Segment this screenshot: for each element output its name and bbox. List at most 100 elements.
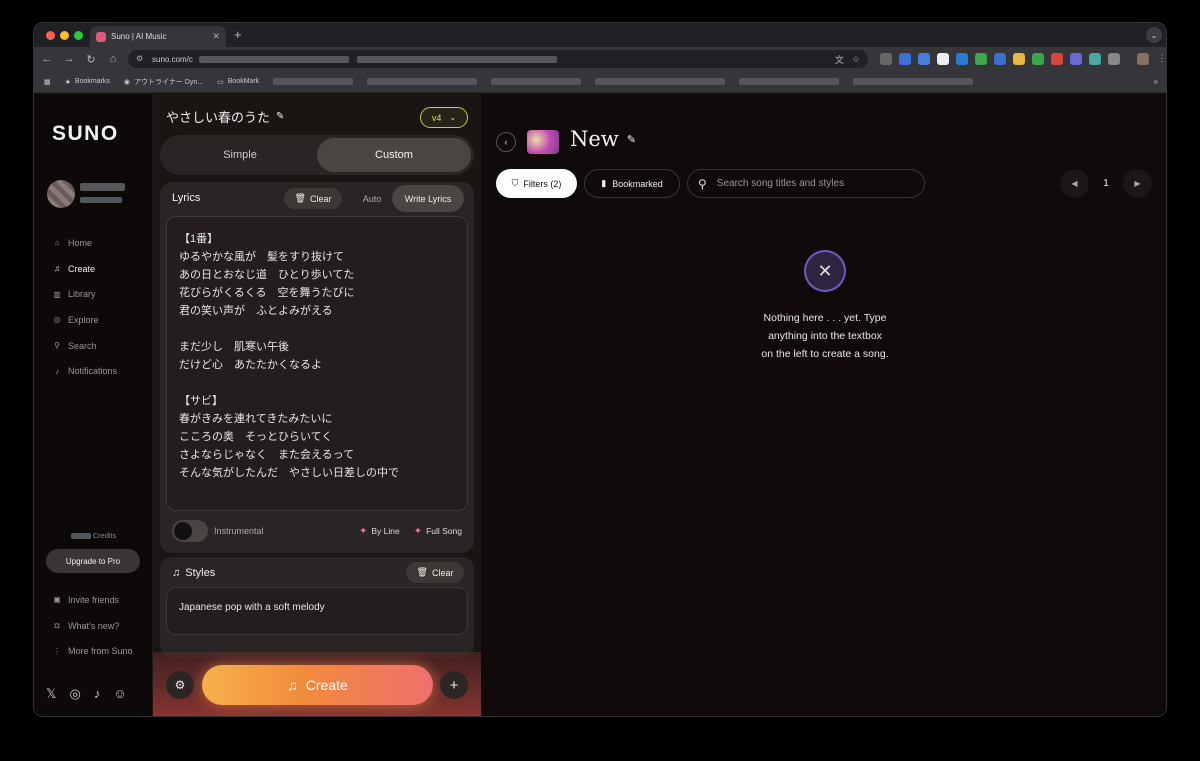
sidebar-item-explore[interactable]: ◎ Explore (52, 307, 117, 333)
mail-extension-icon[interactable] (880, 53, 892, 65)
bookmarked-label: Bookmarked (612, 178, 663, 189)
gift-icon: ▣ (53, 595, 61, 605)
empty-state-message: Nothing here . . . yet. Type anything in… (725, 309, 925, 363)
avatar[interactable] (47, 180, 75, 208)
song-search-input[interactable]: ⚲ Search song titles and styles (687, 169, 925, 198)
profile-avatar-icon[interactable] (1137, 53, 1149, 65)
clear-label: Clear (309, 193, 332, 204)
site-info-icon[interactable]: ⚙ (136, 54, 146, 64)
extension-icon[interactable] (1089, 53, 1101, 65)
extension-icon[interactable] (1013, 53, 1025, 65)
chevron-down-icon: ⌄ (449, 113, 457, 122)
upgrade-button[interactable]: Upgrade to Pro (46, 549, 140, 573)
apps-grid-icon[interactable]: ▦ (44, 78, 51, 86)
sidebar-item-label: Explore (68, 314, 99, 325)
credits-indicator[interactable]: Credits (34, 531, 153, 540)
bookmark-icon: ▮ (601, 178, 607, 188)
clear-lyrics-button[interactable]: 🗑 Clear (284, 188, 342, 209)
extension-icon[interactable] (1070, 53, 1082, 65)
bookmarked-button[interactable]: ▮ Bookmarked (584, 169, 680, 198)
auto-lyrics-button[interactable]: Auto (356, 188, 388, 209)
suno-logo[interactable]: SUNO (52, 122, 119, 146)
tab-search-icon[interactable]: ⌄ (1146, 27, 1162, 43)
notion-extension-icon[interactable] (918, 53, 930, 65)
drive-extension-icon[interactable] (975, 53, 987, 65)
x-icon[interactable]: 𝕏 (46, 686, 56, 702)
sidebar-item-library[interactable]: ▥ Library (52, 281, 117, 307)
sidebar-item-whats-new[interactable]: ◘ What's new? (52, 613, 133, 639)
pagination: ◀ 1 ▶ (1060, 169, 1152, 198)
puzzle-extensions-icon[interactable] (1108, 53, 1120, 65)
sidebar-item-notifications[interactable]: ♪ Notifications (52, 358, 117, 384)
instagram-icon[interactable]: ◎ (69, 686, 80, 702)
address-bar[interactable]: ⚙ suno.com/c 文 ☆ (128, 50, 868, 68)
chevron-left-icon[interactable]: ‹ (496, 132, 516, 152)
bookmark-item[interactable]: ★ Bookmarks (65, 78, 110, 86)
suno-app: SUNO ⌂ Home ♫ Create ▥ Library ◎ Explore ⚲ Se… (34, 94, 1166, 716)
lyrics-textarea[interactable]: 【1番】 ゆるやかな風が 髪をすり抜けて あの日とおなじ道 ひとり歩いてた 花び… (166, 216, 468, 511)
workspace-title[interactable]: New ✎ (570, 127, 636, 151)
model-version-select[interactable]: v4 ⌄ (420, 107, 468, 128)
bookmark-item[interactable]: ◉ アウトライナー Dyn... (124, 77, 203, 87)
minimize-window-button[interactable] (60, 31, 69, 40)
social-links: 𝕏 ◎ ♪ ☺ (46, 686, 127, 702)
translate-extension-icon[interactable] (899, 53, 911, 65)
home-icon: ⌂ (54, 238, 60, 248)
tab-simple[interactable]: Simple (163, 138, 317, 172)
tiktok-icon[interactable]: ♪ (94, 686, 101, 702)
lyric-line: まだ少し 肌寒い午後 (179, 341, 289, 353)
music-note-icon: ♫ (54, 264, 60, 274)
lyric-line: そんな気がしたんだ やさしい日差しの中で (179, 467, 399, 479)
song-title[interactable]: やさしい春のうた ✎ (166, 107, 284, 126)
translate-icon[interactable]: 文 (835, 53, 844, 66)
sidebar-item-create[interactable]: ♫ Create (52, 256, 117, 282)
close-tab-icon[interactable]: ✕ (212, 31, 220, 42)
more-bookmarks-icon[interactable]: » (1154, 77, 1158, 86)
previous-page-icon[interactable]: ◀ (1060, 169, 1089, 198)
kebab-menu-icon[interactable]: ⋮ (1156, 53, 1167, 65)
full-song-button[interactable]: ✦ Full Song (414, 526, 462, 537)
reload-icon[interactable]: ↻ (82, 53, 100, 66)
sidebar-item-invite[interactable]: ▣ Invite friends (52, 587, 133, 613)
bookmark-folder[interactable]: ▭ BookMark (217, 78, 259, 86)
tab-custom[interactable]: Custom (317, 138, 471, 172)
back-arrow-icon[interactable]: ← (38, 53, 56, 65)
instrumental-label: Instrumental (214, 526, 264, 536)
full-song-label: Full Song (426, 525, 462, 536)
bookmark-star-icon[interactable]: ☆ (852, 54, 860, 65)
extension-icon[interactable] (937, 53, 949, 65)
filters-button[interactable]: ⛉ Filters (2) (496, 169, 577, 198)
plus-icon[interactable]: + (440, 671, 468, 699)
sidebar: SUNO ⌂ Home ♫ Create ▥ Library ◎ Explore ⚲ Se… (34, 94, 153, 716)
sidebar-item-search[interactable]: ⚲ Search (52, 333, 117, 359)
browser-tab[interactable]: Suno | AI Music ✕ (90, 26, 226, 47)
pencil-icon[interactable]: ✎ (627, 133, 636, 146)
maximize-window-button[interactable] (74, 31, 83, 40)
extension-icon[interactable] (956, 53, 968, 65)
extension-icon[interactable] (994, 53, 1006, 65)
sparkle-icon: ✦ (413, 525, 423, 537)
create-panel: やさしい春のうた ✎ v4 ⌄ Simple Custom Lyrics 🗑 Cl… (153, 94, 481, 716)
next-page-icon[interactable]: ▶ (1123, 169, 1152, 198)
forward-arrow-icon[interactable]: → (60, 53, 78, 65)
gear-icon[interactable]: ⚙ (166, 671, 194, 699)
create-label: Create (305, 677, 348, 693)
lyric-line: こころの奥 そっとひらいてく (179, 431, 333, 443)
create-button[interactable]: ♫ Create (202, 665, 433, 705)
sidebar-item-home[interactable]: ⌂ Home (52, 230, 117, 256)
discord-icon[interactable]: ☺ (113, 686, 126, 702)
new-tab-icon[interactable]: + (234, 27, 242, 42)
home-icon[interactable]: ⌂ (104, 53, 122, 65)
clear-styles-button[interactable]: 🗑 Clear (406, 562, 464, 583)
instrumental-toggle[interactable] (172, 520, 208, 542)
lyric-line: ゆるやかな風が 髪をすり抜けて (179, 251, 344, 263)
write-lyrics-button[interactable]: Write Lyrics (392, 185, 464, 212)
extension-icon[interactable] (1032, 53, 1044, 65)
close-window-button[interactable] (46, 31, 55, 40)
by-line-button[interactable]: ✦ By Line (359, 526, 400, 537)
sidebar-item-more[interactable]: ⋮ More from Suno (52, 638, 133, 664)
lyric-line: 【1番】 (179, 233, 219, 245)
extension-icon[interactable] (1051, 53, 1063, 65)
styles-input[interactable]: Japanese pop with a soft melody (166, 587, 468, 635)
pencil-icon[interactable]: ✎ (276, 111, 284, 122)
